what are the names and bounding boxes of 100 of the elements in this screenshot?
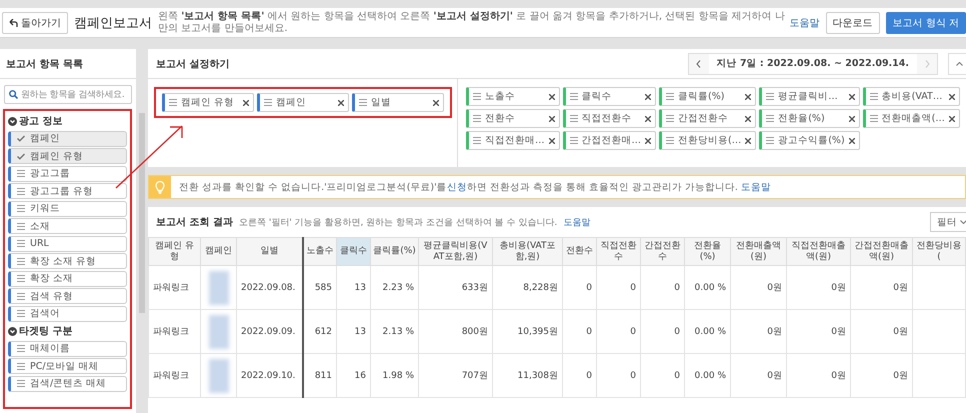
table-cell: 13 — [336, 310, 370, 354]
help-link[interactable]: 도움말 — [563, 216, 590, 228]
remove-icon[interactable] — [745, 138, 752, 144]
alert-message: 전환 성과를 확인할 수 없습니다.'프리미엄로그분석(무료)'를 신청하면 전환성과 측정을 통해 효율적인 광고관리가 가능합니다. 도움말 — [178, 180, 771, 196]
page-description: 왼쪽 '보고서 항목 목록' 에서 원하는 항목을 선택하여 오른쪽 '보고서 설정하기' 로 끌어 옮겨 항목을 추가하거나, 선택된 항목을 제거하여 나만의 보고서를 만들어보세요. — [158, 10, 786, 34]
metric-chip[interactable]: 전환매출액(… — [862, 109, 960, 128]
metric-chip[interactable]: 총비용(VAT… — [862, 87, 960, 106]
metric-chip[interactable]: 전환수 — [466, 109, 560, 128]
sidebar-item[interactable]: 캠페인 — [8, 130, 127, 146]
column-header[interactable]: 캠페인 — [200, 238, 236, 266]
drag-handle-icon — [766, 137, 774, 144]
remove-icon[interactable] — [548, 138, 554, 144]
metric-chip[interactable]: 전환당비용(… — [659, 131, 756, 150]
remove-icon[interactable] — [548, 94, 554, 100]
drag-handle-icon — [17, 188, 25, 194]
group-header[interactable]: 타겟팅 구분 — [8, 323, 127, 339]
remove-icon[interactable] — [948, 116, 955, 122]
dimension-chip[interactable]: 일별 — [352, 93, 444, 112]
table-cell: 811 — [302, 354, 336, 398]
remove-icon[interactable] — [848, 116, 855, 122]
save-format-button[interactable]: 보고서 형식 저 — [886, 12, 966, 34]
metric-chip[interactable]: 클릭률(%) — [659, 87, 756, 106]
back-button[interactable]: 돌아가기 — [2, 12, 68, 34]
column-header[interactable]: 전환당비용( — [912, 238, 966, 266]
remove-icon[interactable] — [745, 116, 752, 122]
metric-chip[interactable]: 노출수 — [466, 87, 560, 106]
remove-icon[interactable] — [338, 100, 344, 106]
column-header[interactable]: 간접전환매출액(원) — [850, 238, 912, 266]
remove-icon[interactable] — [645, 94, 651, 100]
sidebar-item[interactable]: 확장 소재 — [8, 270, 127, 286]
filter-dropdown[interactable]: 필터 — [930, 212, 966, 232]
group-header[interactable]: 광고 정보 — [8, 113, 127, 129]
metric-chip[interactable]: 평균클릭비… — [759, 87, 860, 106]
help-link[interactable]: 도움말 — [740, 180, 771, 194]
sidebar-item[interactable]: 검색/콘텐츠 매체 — [8, 376, 127, 392]
remove-icon[interactable] — [433, 100, 439, 106]
table-cell: 0원 — [730, 310, 786, 354]
remove-icon[interactable] — [848, 94, 855, 100]
chevron-left-icon — [696, 60, 702, 68]
column-header[interactable]: 간접전환수 — [640, 238, 684, 266]
metric-chip[interactable]: 간접전환매… — [562, 131, 656, 150]
remove-icon[interactable] — [745, 94, 752, 100]
table-cell: 0.00 % — [684, 310, 730, 354]
lightbulb-icon — [155, 180, 165, 194]
column-header[interactable]: 노출수 — [302, 238, 336, 266]
help-link[interactable]: 도움말 — [790, 16, 820, 30]
metric-chip[interactable]: 전환율(%) — [759, 109, 860, 128]
remove-icon[interactable] — [645, 138, 651, 144]
column-header[interactable]: 직접전환매출액(원) — [786, 238, 850, 266]
table-cell: 0 — [596, 354, 640, 398]
download-button[interactable]: 다운로드 — [826, 12, 880, 34]
table-cell: 2.23 % — [370, 266, 418, 310]
metric-chip[interactable]: 직접전환매… — [466, 131, 560, 150]
drag-handle-icon — [17, 380, 25, 387]
column-header[interactable]: 전환매출액(원) — [730, 238, 786, 266]
column-header[interactable]: 전환수 — [562, 238, 596, 266]
apply-link[interactable]: 신청 — [446, 180, 467, 194]
table-cell: 0원 — [850, 266, 912, 310]
remove-icon[interactable] — [948, 94, 955, 100]
collapse-button[interactable] — [948, 52, 966, 74]
chevron-right-icon — [924, 60, 930, 68]
sidebar-item[interactable]: 소재 — [8, 218, 127, 234]
metric-chip[interactable]: 간접전환수 — [659, 109, 756, 128]
remove-icon[interactable] — [243, 100, 249, 106]
sidebar-item[interactable]: 매체이름 — [8, 340, 127, 356]
column-header[interactable]: 클릭률(%) — [370, 238, 418, 266]
column-header[interactable]: 캠페인 유형 — [148, 238, 200, 266]
remove-icon[interactable] — [645, 116, 651, 122]
sidebar-item[interactable]: 키워드 — [8, 200, 127, 216]
drag-handle-icon — [17, 205, 25, 212]
column-header[interactable]: 클릭수 — [336, 238, 370, 266]
column-header[interactable]: 전환율(%) — [684, 238, 730, 266]
table-cell: 0 — [640, 266, 684, 310]
metric-chip[interactable]: 직접전환수 — [562, 109, 656, 128]
sidebar-title: 보고서 항목 목록 — [0, 49, 136, 79]
sidebar-item[interactable]: PC/모바일 매체 — [8, 358, 127, 374]
sidebar-item[interactable]: 캠페인 유형 — [8, 148, 127, 164]
table-cell: 16 — [336, 354, 370, 398]
remove-icon[interactable] — [848, 138, 855, 144]
search-icon — [9, 90, 18, 99]
drag-handle-icon — [264, 99, 272, 106]
column-header[interactable]: 평균클릭비용(VAT포함,원) — [418, 238, 492, 266]
column-header[interactable]: 총비용(VAT포함,원) — [492, 238, 562, 266]
drag-handle-icon — [17, 170, 25, 177]
sidebar-item[interactable]: 확장 소재 유형 — [8, 253, 127, 269]
table-cell: 8,228원 — [492, 266, 562, 310]
sidebar-item[interactable]: 광고그룹 유형 — [8, 183, 127, 199]
column-header[interactable]: 일별 — [236, 238, 302, 266]
drag-handle-icon — [17, 258, 25, 264]
metric-chip[interactable]: 광고수익률(%) — [759, 131, 860, 150]
metric-chip[interactable]: 클릭수 — [562, 87, 656, 106]
sidebar-item[interactable]: URL — [8, 236, 127, 252]
sidebar-item[interactable]: 검색어 — [8, 306, 127, 322]
sidebar-item[interactable]: 광고그룹 — [8, 166, 127, 182]
remove-icon[interactable] — [548, 116, 554, 122]
column-header[interactable]: 직접전환수 — [596, 238, 640, 266]
sidebar-item[interactable]: 검색 유형 — [8, 288, 127, 304]
dimension-chip[interactable]: 캠페인 — [257, 93, 349, 112]
dimension-chip[interactable]: 캠페인 유형 — [162, 93, 254, 112]
search-field[interactable]: 원하는 항목을 검색하세요. — [4, 85, 132, 104]
